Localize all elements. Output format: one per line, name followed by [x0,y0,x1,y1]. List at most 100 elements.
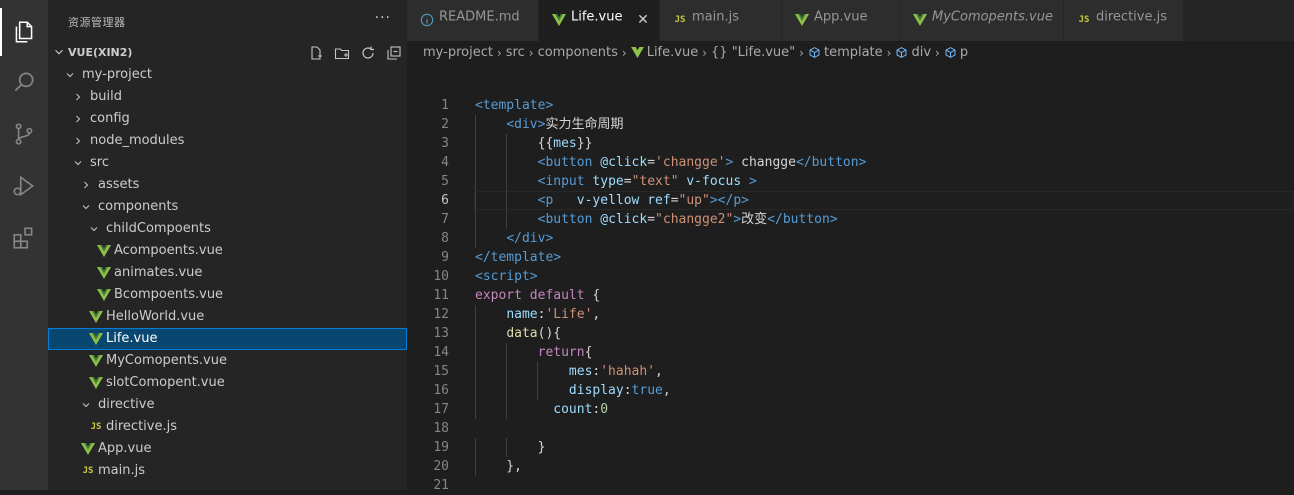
cube-icon [895,46,908,59]
tree-item[interactable]: my-project [48,64,407,86]
code-editor[interactable]: 1 <template> 2 <div>实力生命周期 3 {{mes}} 4 <butt… [407,96,1294,493]
code-line[interactable]: 20 }, [407,457,1294,476]
tree-item[interactable]: HelloWorld.vue [48,306,407,328]
tree-item[interactable]: MyComopents.vue [48,350,407,372]
activity-bar [0,0,48,490]
tree-item-label: Bcompoents.vue [114,287,224,302]
vue-icon [794,12,810,28]
chevron-right-icon: › [886,45,892,60]
code-line[interactable]: 11 export default { [407,286,1294,305]
tree-item[interactable]: App.vue [48,438,407,460]
breadcrumb-item[interactable]: components [538,45,618,60]
line-number: 13 [433,326,449,341]
tab-readme[interactable]: README.md [407,0,539,41]
tree-item[interactable]: build [48,86,407,108]
code-line[interactable]: 6 <p v-yellow ref="up"></p> [407,191,1294,210]
line-number: 10 [433,269,449,284]
js-icon: JS [90,422,102,432]
breadcrumb-item[interactable]: my-project [423,45,493,60]
vue-icon [551,12,567,28]
tree-item[interactable]: config [48,108,407,130]
breadcrumb-item[interactable]: {} "Life.vue" [711,45,795,60]
vue-icon [88,328,104,350]
workspace-section-header[interactable]: VUE(XIN2) [48,42,407,64]
tab-directive-js[interactable]: JS directive.js [1064,0,1184,41]
chevron-right-icon [70,130,86,152]
code-line[interactable]: 16 display:true, [407,381,1294,400]
code-line[interactable]: 12 name:'Life', [407,305,1294,324]
code-line[interactable]: 3 {{mes}} [407,134,1294,153]
vue-icon [88,372,104,394]
code-line[interactable]: 2 <div>实力生命周期 [407,115,1294,134]
line-number: 7 [441,212,449,227]
line-number: 5 [441,174,449,189]
line-number: 17 [433,402,449,417]
new-folder-icon[interactable] [329,42,355,64]
code-text: name:'Life', [506,307,601,322]
vue-icon [96,262,112,284]
breadcrumb-item[interactable]: template [808,45,883,60]
code-line[interactable]: 14 return{ [407,343,1294,362]
cube-icon [808,46,821,59]
search-icon[interactable] [0,58,48,106]
code-line[interactable]: 8 </div> [407,229,1294,248]
tree-item-label: slotComopent.vue [106,375,225,390]
tree-item[interactable]: Bcompoents.vue [48,284,407,306]
code-line[interactable]: 13 data(){ [407,324,1294,343]
tree-item[interactable]: childCompoents [48,218,407,240]
tree-item[interactable]: assets [48,174,407,196]
tab-app-vue[interactable]: App.vue [782,0,900,41]
tree-item[interactable]: JS main.js [48,460,407,482]
tree-item[interactable]: node_modules [48,130,407,152]
code-line[interactable]: 10 <script> [407,267,1294,286]
tree-item[interactable]: src [48,152,407,174]
vue-icon [88,306,104,328]
code-line[interactable]: 9 </template> [407,248,1294,267]
tree-item[interactable]: slotComopent.vue [48,372,407,394]
code-line[interactable]: 7 <button @click="changge2">改变</button> [407,210,1294,229]
breadcrumb-item[interactable]: p [944,45,968,60]
code-text: <input type="text" v-focus > [537,174,757,189]
close-icon[interactable]: ✕ [635,12,651,28]
breadcrumb-item[interactable]: src [506,45,525,60]
code-line[interactable]: 15 mes:'hahah', [407,362,1294,381]
vue-icon [630,47,644,58]
code-line[interactable]: 18 [407,419,1294,438]
code-line[interactable]: 21 [407,476,1294,495]
extensions-icon[interactable] [0,214,48,262]
tree-item[interactable]: JS directive.js [48,416,407,438]
files-icon[interactable] [0,8,48,56]
vue-icon [96,284,112,306]
breadcrumb-item[interactable]: Life.vue [630,45,698,60]
more-actions-icon[interactable]: ··· [375,10,391,26]
chevron-down-icon [86,218,102,240]
tree-item[interactable]: components [48,196,407,218]
source-control-icon[interactable] [0,110,48,158]
collapse-all-icon[interactable] [381,42,407,64]
refresh-icon[interactable] [355,42,381,64]
code-text: data(){ [506,326,562,341]
line-number: 6 [441,193,449,208]
chevron-right-icon: › [799,45,804,60]
tab-mycomopents-vue[interactable]: MyComopents.vue [900,0,1064,41]
code-line[interactable]: 1 <template> [407,96,1294,115]
tree-item[interactable]: Acompoents.vue [48,240,407,262]
explorer-actions [303,42,407,64]
workspace-label: VUE(XIN2) [68,46,133,59]
code-line[interactable]: 19 } [407,438,1294,457]
tree-item-selected[interactable]: Life.vue [48,328,407,350]
tree-item[interactable]: animates.vue [48,262,407,284]
breadcrumb-item[interactable]: div [895,45,931,60]
tab-life-vue[interactable]: Life.vue ✕ [539,0,660,41]
code-line[interactable]: 4 <button @click='changge'> changge</but… [407,153,1294,172]
tree-item[interactable]: directive [48,394,407,416]
code-line[interactable]: 17 count:0 [407,400,1294,419]
new-file-icon[interactable] [303,42,329,64]
tree-item-label: directive [98,397,155,412]
js-icon: JS [674,15,686,25]
tree-item-label: directive.js [106,419,177,434]
code-text: <template> [475,98,554,113]
code-line[interactable]: 5 <input type="text" v-focus > [407,172,1294,191]
tab-main-js[interactable]: JS main.js [660,0,782,41]
run-debug-icon[interactable] [0,162,48,210]
